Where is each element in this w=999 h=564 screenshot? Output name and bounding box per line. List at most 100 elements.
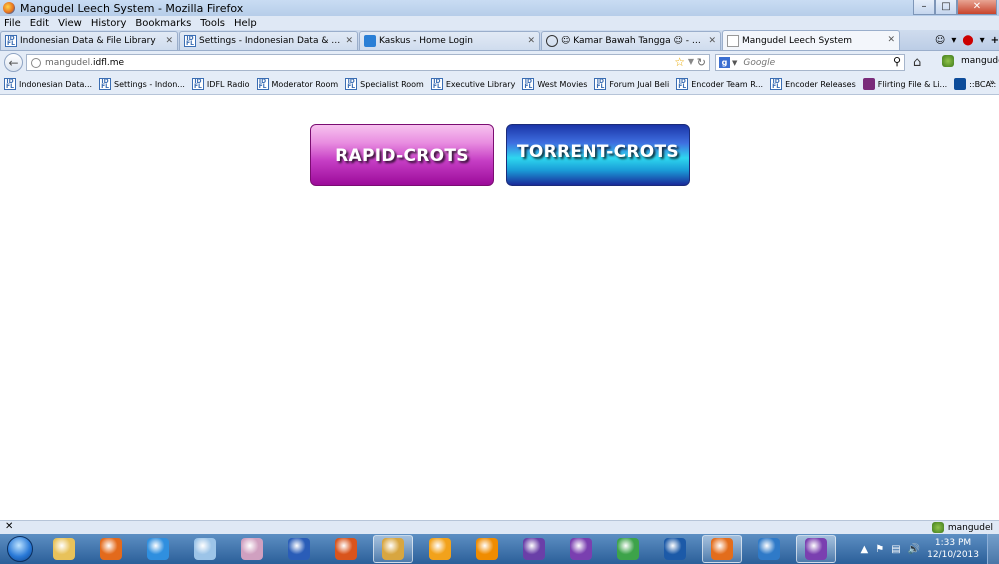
- maximize-button[interactable]: □: [935, 0, 957, 15]
- taskbar-vlc-button[interactable]: [467, 535, 507, 563]
- search-icon[interactable]: ⚲: [893, 55, 901, 68]
- menu-help[interactable]: Help: [234, 18, 257, 29]
- taskbar-visual-studio-button[interactable]: [514, 535, 554, 563]
- search-input[interactable]: [743, 57, 884, 68]
- url-domain: idfl.me: [93, 57, 125, 68]
- bookmark-item[interactable]: ID FL Encoder Team R...: [676, 78, 763, 90]
- new-tab-icon[interactable]: +: [991, 35, 999, 46]
- tab-kamar-bawah-tangga[interactable]: ☺ Kamar Bawah Tangga ☺ - Part 1 | K... ✕: [541, 31, 721, 50]
- more-bookmarks-icon[interactable]: »: [989, 78, 995, 88]
- tab-settings[interactable]: IDFL Settings - Indonesian Data & File L…: [179, 31, 358, 50]
- menu-file[interactable]: File: [4, 18, 21, 29]
- smiley-addon-icon[interactable]: ☺: [935, 35, 945, 46]
- taskbar-chrome-button[interactable]: [608, 535, 648, 563]
- torrent-crots-button[interactable]: TORRENT-CROTS: [506, 124, 690, 186]
- nav-user[interactable]: mangudel: [942, 55, 999, 67]
- windows-logo-icon: [7, 536, 33, 562]
- kaskus-icon: [364, 35, 376, 47]
- list-all-tabs-icon[interactable]: ▾: [980, 35, 985, 46]
- status-username: mangudel: [947, 522, 993, 533]
- bookmark-item[interactable]: ID FL Specialist Room: [345, 78, 424, 90]
- bookmark-item[interactable]: ID FL Encoder Releases: [770, 78, 856, 90]
- taskbar-media-player-button[interactable]: [91, 535, 131, 563]
- bookmark-item[interactable]: ID FL Forum Jual Beli: [594, 78, 669, 90]
- status-user[interactable]: mangudel: [931, 522, 993, 533]
- taskbar-notepad-button[interactable]: [185, 535, 225, 563]
- user-addon-icon: [942, 55, 954, 67]
- taskbar-paint-button[interactable]: [232, 535, 272, 563]
- show-desktop-button[interactable]: [987, 534, 999, 564]
- idfl-icon: ID FL: [99, 78, 112, 90]
- bookmark-label: Specialist Room: [360, 79, 424, 89]
- taskbar-firefox-2-button[interactable]: [655, 535, 695, 563]
- url-text[interactable]: mangudel.idfl.me: [45, 58, 124, 68]
- taskbar-firefox-button[interactable]: [702, 535, 742, 563]
- tab-label: Mangudel Leech System: [742, 35, 853, 46]
- tab-close-icon[interactable]: ✕: [527, 36, 535, 46]
- tab-close-icon[interactable]: ✕: [708, 36, 716, 46]
- network-icon[interactable]: ▤: [891, 544, 900, 555]
- menu-history[interactable]: History: [91, 18, 127, 29]
- bookmark-item[interactable]: ID FL West Movies: [522, 78, 587, 90]
- rapid-crots-button[interactable]: RAPID-CROTS: [310, 124, 494, 186]
- action-center-flag-icon[interactable]: ⚑: [875, 544, 884, 555]
- taskbar-aimp-button[interactable]: [420, 535, 460, 563]
- firefox-icon: [3, 2, 15, 14]
- firefox-2-icon: [664, 538, 686, 560]
- taskbar-yahoo-messenger-button[interactable]: [561, 535, 601, 563]
- start-button[interactable]: [3, 534, 37, 564]
- taskbar-yahoo-messenger-2-button[interactable]: [796, 535, 836, 563]
- search-bar[interactable]: g ▼ ⚲: [715, 54, 905, 71]
- tab-mangudel-leech[interactable]: Mangudel Leech System ✕: [722, 30, 900, 50]
- bookmark-item[interactable]: ID FL Indonesian Data...: [4, 78, 92, 90]
- menu-edit[interactable]: Edit: [30, 18, 49, 29]
- taskbar-winamp-button[interactable]: [373, 535, 413, 563]
- adblock-icon[interactable]: ⬤: [962, 35, 973, 46]
- bookmark-label: Flirting File & Li...: [877, 79, 948, 89]
- bookmark-label: Forum Jual Beli: [609, 79, 670, 89]
- url-bar[interactable]: mangudel.idfl.me ☆ ▼ ↻: [26, 54, 710, 71]
- back-button[interactable]: ←: [4, 53, 23, 72]
- flirting-file-icon: [862, 78, 875, 90]
- tab-close-icon[interactable]: ✕: [345, 36, 353, 46]
- site-identity-icon[interactable]: [31, 57, 41, 68]
- taskbar-windows-explorer-button[interactable]: [44, 535, 84, 563]
- visual-studio-icon: [523, 538, 545, 560]
- history-dropdown-icon[interactable]: ▼: [688, 57, 694, 66]
- taskbar-powerpoint-button[interactable]: [326, 535, 366, 563]
- reload-icon[interactable]: ↻: [697, 56, 706, 69]
- tab-idfl[interactable]: ID FL Indonesian Data & File Library ✕: [0, 31, 178, 50]
- window-title: Mangudel Leech System - Mozilla Firefox: [20, 1, 244, 15]
- minimize-button[interactable]: –: [913, 0, 935, 15]
- tab-kaskus[interactable]: Kaskus - Home Login ✕: [359, 31, 540, 50]
- windows-explorer-icon: [53, 538, 75, 560]
- tab-close-icon[interactable]: ✕: [165, 36, 173, 46]
- bookmark-item[interactable]: ID FL Executive Library: [430, 78, 515, 90]
- volume-icon[interactable]: 🔊: [908, 544, 920, 555]
- show-hidden-icons-icon[interactable]: ▲: [861, 544, 869, 555]
- bookmark-item[interactable]: ID FL IDFL Radio: [191, 78, 250, 90]
- taskbar-internet-explorer-button[interactable]: [138, 535, 178, 563]
- search-engine-dropdown-icon[interactable]: ▼: [732, 59, 737, 67]
- menu-view[interactable]: View: [58, 18, 82, 29]
- bookmark-item[interactable]: ID FL Moderator Room: [256, 78, 338, 90]
- bookmark-star-icon[interactable]: ☆: [674, 55, 685, 69]
- bookmark-label: West Movies: [537, 79, 588, 89]
- bookmark-item[interactable]: ID FL Settings - Indon...: [99, 78, 185, 90]
- google-icon[interactable]: g: [719, 57, 730, 68]
- bookmark-item[interactable]: Flirting File & Li...: [862, 78, 948, 90]
- nav-username: mangudel: [961, 56, 999, 66]
- chrome-icon: [617, 538, 639, 560]
- menu-tools[interactable]: Tools: [200, 18, 225, 29]
- menu-bookmarks[interactable]: Bookmarks: [135, 18, 191, 29]
- tab-close-icon[interactable]: ✕: [887, 35, 895, 45]
- taskbar-word-button[interactable]: [279, 535, 319, 563]
- dropdown-icon[interactable]: ▾: [951, 35, 956, 46]
- clock[interactable]: 1:33 PM 12/10/2013: [927, 537, 979, 561]
- close-addon-bar-icon[interactable]: ✕: [5, 521, 13, 532]
- url-prefix: mangudel.: [45, 57, 94, 68]
- taskbar-network-app-button[interactable]: [749, 535, 789, 563]
- internet-explorer-icon: [147, 538, 169, 560]
- home-icon[interactable]: ⌂: [913, 55, 921, 70]
- close-window-button[interactable]: ✕: [957, 0, 997, 15]
